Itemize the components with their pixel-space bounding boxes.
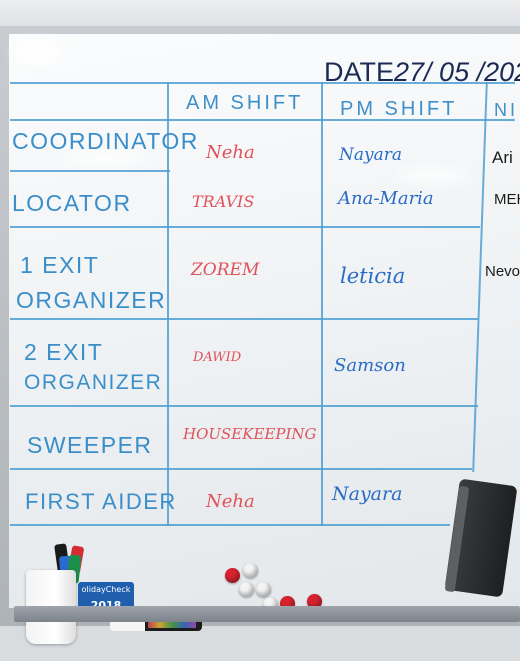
white-magnet [243,563,258,578]
grid-line [10,226,480,228]
grid-line [10,468,472,470]
pm-name: Nayara [332,483,403,505]
role-label: FIRST AIDER [25,489,177,514]
night-name: Ari [492,148,513,167]
grid-line [10,170,170,172]
pm-name: Nayara [339,145,403,165]
role-label: COORDINATOR [12,128,199,154]
red-magnet [225,568,240,583]
light-reflection [14,40,60,66]
role-label: 1 EXIT [20,252,100,278]
am-name: TRAVIS [192,192,255,211]
am-name: Neha [206,491,255,512]
night-name: Nevo [485,263,520,280]
white-magnet [239,582,254,597]
role-label: ORGANIZER [24,371,163,394]
role-label: ORGANIZER [16,287,167,313]
sticker-text: olidayCheck [81,585,131,594]
column-header-pm: PM SHIFT [340,98,458,120]
night-name: MEH [494,191,520,208]
light-reflection [396,168,468,182]
grid-line [10,405,478,407]
column-header-am: AM SHIFT [186,92,304,114]
white-magnet [256,582,271,597]
marker-tray [14,606,520,622]
role-label: SWEEPER [27,432,153,458]
am-name: HOUSEKEEPING [183,425,317,443]
whiteboard-photo: DATE27/ 05 /2025 AM SHIFT PM SHIFT NI CO… [0,0,520,661]
grid-line [10,524,450,526]
column-header-night: NI [494,100,518,120]
role-label: 2 EXIT [24,339,104,365]
date-text: DATE27/ 05 /2025 [324,57,520,88]
am-name: DAWID [193,350,242,365]
date-label: DATE [324,57,395,87]
am-name: Neha [206,142,255,163]
am-name: ZOREM [191,260,260,280]
pm-name: leticia [340,264,406,288]
pm-name: Samson [334,355,406,376]
date-value: 27/ 05 /2025 [394,57,520,87]
grid-line [10,318,478,320]
grid-line [321,82,323,526]
role-label: LOCATOR [12,190,132,216]
pm-name: Ana-Maria [338,188,434,209]
wall [0,0,520,26]
